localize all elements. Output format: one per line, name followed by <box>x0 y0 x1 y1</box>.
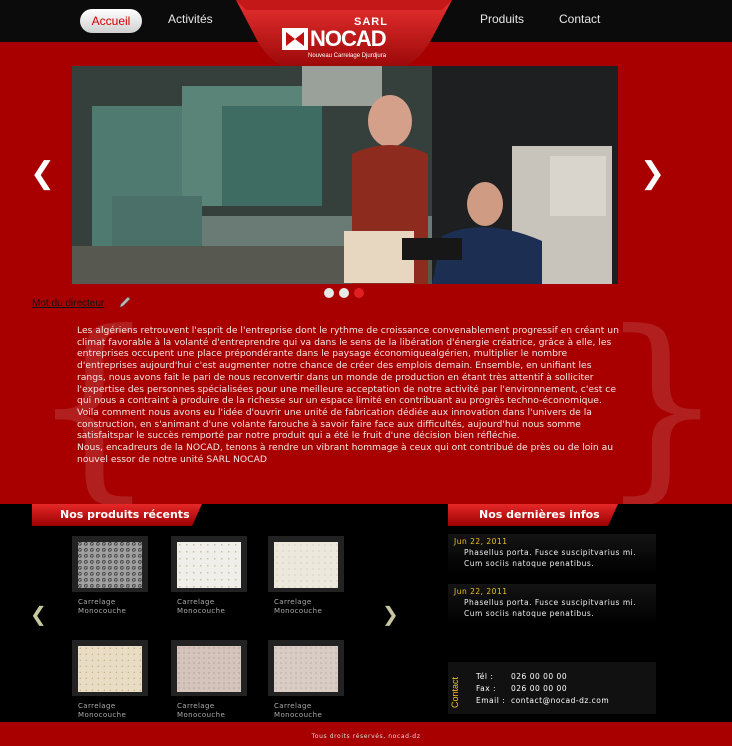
product-label-line2: Monocouche <box>177 607 226 615</box>
products-title: Nos produits récents <box>60 508 190 521</box>
news-item-1[interactable]: Jun 22, 2011 Phasellus porta. Fusce susc… <box>448 534 656 574</box>
slider-dot-3-active[interactable] <box>354 288 364 298</box>
slider-image <box>72 66 618 284</box>
product-card-1[interactable]: Carrelage Monocouche <box>72 536 150 616</box>
email-link[interactable]: contact@nocad-dz.com <box>511 696 609 705</box>
news-text: Phasellus porta. Fusce suscipitvarius mi… <box>464 598 637 618</box>
product-thumb[interactable] <box>72 640 148 696</box>
product-card-5[interactable]: Carrelage Monocouche <box>171 640 249 720</box>
product-card-3[interactable]: Carrelage Monocouche <box>268 536 346 616</box>
product-card-4[interactable]: Carrelage Monocouche <box>72 640 150 720</box>
product-thumb[interactable] <box>171 536 247 592</box>
news-title: Nos dernières infos <box>479 508 600 521</box>
product-card-2[interactable]: Carrelage Monocouche <box>171 536 249 616</box>
tile-image <box>78 646 142 692</box>
product-thumb[interactable] <box>171 640 247 696</box>
tile-image <box>78 542 142 588</box>
tile-image <box>177 542 241 588</box>
product-label-line2: Monocouche <box>78 607 127 615</box>
nav-produits[interactable]: Produits <box>480 12 524 26</box>
fax-label: Fax : <box>476 684 497 693</box>
contact-tab: Contact <box>448 662 468 714</box>
product-label-line1: Carrelage <box>78 598 116 606</box>
product-label-line1: Carrelage <box>274 598 312 606</box>
product-label-line2: Monocouche <box>177 711 226 719</box>
tel-label: Tél : <box>476 672 494 681</box>
news-date: Jun 22, 2011 <box>454 587 508 596</box>
product-thumb[interactable] <box>268 536 344 592</box>
news-item-2[interactable]: Jun 22, 2011 Phasellus porta. Fusce susc… <box>448 584 656 624</box>
logo-mark-icon <box>282 28 308 50</box>
product-label-line2: Monocouche <box>78 711 127 719</box>
contact-box: Contact Tél : 026 00 00 00 Fax : 026 00 … <box>448 662 656 714</box>
footer-copyright: Tous droits réservés, nocad-dz <box>311 733 421 740</box>
logo-tagline: Nouveau Carrelage Djurdjura <box>308 53 387 59</box>
news-text: Phasellus porta. Fusce suscipitvarius mi… <box>464 548 637 568</box>
product-label-line2: Monocouche <box>274 711 323 719</box>
products-next-icon[interactable]: ❯ <box>382 602 399 626</box>
factory-workers-photo <box>72 66 618 284</box>
tile-image <box>274 646 338 692</box>
product-thumb[interactable] <box>72 536 148 592</box>
email-label: Email : <box>476 696 506 705</box>
nav-contact[interactable]: Contact <box>559 12 600 26</box>
footer: Tous droits réservés, nocad-dz <box>0 722 732 746</box>
director-message: Les algériens retrouvent l'esprit de l'e… <box>77 325 622 465</box>
slider-next-icon[interactable]: ❯ <box>640 156 665 191</box>
tel-value: 026 00 00 00 <box>511 672 568 681</box>
slider-dot-1[interactable] <box>324 288 334 298</box>
tile-image <box>274 542 338 588</box>
products-prev-icon[interactable]: ❮ <box>30 602 47 626</box>
logo-name: NOCAD <box>310 26 387 51</box>
product-label-line2: Monocouche <box>274 607 323 615</box>
news-date: Jun 22, 2011 <box>454 537 508 546</box>
slider-prev-icon[interactable]: ❮ <box>30 156 55 191</box>
product-label-line1: Carrelage <box>177 702 215 710</box>
product-thumb[interactable] <box>268 640 344 696</box>
slider-dot-2[interactable] <box>339 288 349 298</box>
contact-title: Contact <box>450 676 460 708</box>
fax-value: 026 00 00 00 <box>511 684 568 693</box>
director-message-text: Les algériens retrouvent l'esprit de l'e… <box>77 325 619 465</box>
product-card-6[interactable]: Carrelage Monocouche <box>268 640 346 720</box>
tile-image <box>177 646 241 692</box>
nav-accueil[interactable]: Accueil <box>80 9 142 33</box>
product-label-line1: Carrelage <box>274 702 312 710</box>
nav-activites[interactable]: Activités <box>168 12 213 26</box>
product-label-line1: Carrelage <box>177 598 215 606</box>
product-label-line1: Carrelage <box>78 702 116 710</box>
